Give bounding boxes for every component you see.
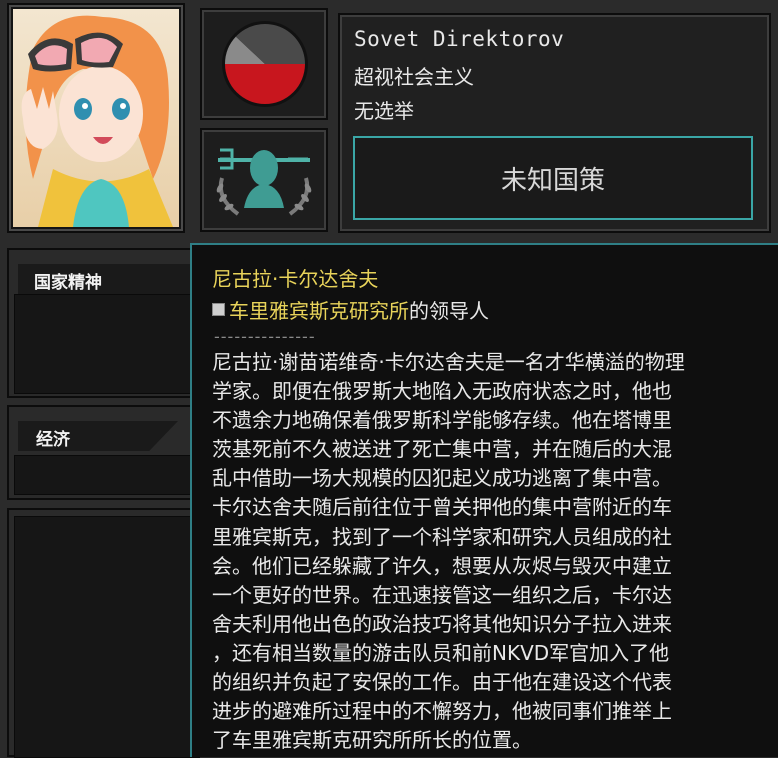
lower-panel <box>7 508 200 758</box>
ideology-pie-slice <box>225 64 305 104</box>
leader-portrait[interactable] <box>7 3 185 233</box>
biography-line: 会。他们已经躲藏了许久，想要从灰烬与毁灭中建立 <box>212 553 672 578</box>
biography-line: 不遗余力地确保着俄罗斯科学能够存续。他在塔博里 <box>212 408 672 433</box>
biography-line: 学家。即便在俄罗斯大地陷入无政府状态之时，他也 <box>212 379 672 404</box>
national-spirit-slot[interactable] <box>14 294 200 394</box>
biography-line: 卡尔达舍夫随后前往位于曾关押他的集中营附近的车 <box>212 495 672 520</box>
organization-flag-icon <box>212 303 225 316</box>
economy-title: 经济 <box>36 430 70 450</box>
role-suffix: 的领导人 <box>409 299 489 323</box>
ideology-pie-panel[interactable] <box>200 8 328 120</box>
biography-line: 茨基死前不久被送进了死亡集中营，并在随后的大混 <box>212 437 672 462</box>
country-name: Sovet Direktorov <box>354 27 565 51</box>
economy-slot[interactable] <box>14 455 200 495</box>
economy-header: 经济 <box>18 421 178 451</box>
leader-role: 车里雅宾斯克研究所的领导人 <box>212 295 489 324</box>
election-status: 无选举 <box>354 99 414 123</box>
leader-name: 尼古拉·卡尔达舍夫 <box>212 267 379 291</box>
biography-line: 乱中借助一场大规模的囚犯起义成功逃离了集中营。 <box>212 466 672 491</box>
biography-line: 尼古拉·谢苗诺维奇·卡尔达舍夫是一名才华横溢的物理 <box>212 350 685 374</box>
ideology-pie-chart <box>222 21 308 107</box>
lower-panel-slot[interactable] <box>14 516 200 758</box>
ruling-ideology: 超视社会主义 <box>354 65 474 89</box>
biography-line: 的组织并负起了安保的工作。由于他在建设这个代表 <box>212 670 672 695</box>
organization-name: 车里雅宾斯克研究所 <box>229 299 409 323</box>
biography-line: 一个更好的世界。在迅速接管这一组织之后，卡尔达 <box>212 582 672 607</box>
leader-biography: 尼古拉·谢苗诺维奇·卡尔达舍夫是一名才华横溢的物理 学家。即便在俄罗斯大地陷入无政… <box>212 348 772 755</box>
national-spirit-title: 国家精神 <box>34 273 102 293</box>
biography-line: ，还有相当数量的游击队员和前NKVD军官加入了他 <box>212 640 670 665</box>
tooltip-separator: --------------- <box>214 327 316 346</box>
faction-emblem-icon <box>208 138 320 224</box>
national-spirit-header: 国家精神 <box>18 264 200 294</box>
country-info-panel: Sovet Direktorov 超视社会主义 无选举 未知国策 <box>338 13 771 233</box>
biography-line: 里雅宾斯克，找到了一个科学家和研究人员组成的社 <box>212 524 672 549</box>
biography-line: 进步的避难所过程中的不懈努力，他被同事们推举上 <box>212 699 672 724</box>
national-focus-button[interactable]: 未知国策 <box>353 136 753 220</box>
biography-line: 了车里雅宾斯克研究所所长的位置。 <box>212 728 532 753</box>
leader-portrait-image <box>13 9 179 227</box>
leader-tooltip: 尼古拉·卡尔达舍夫 车里雅宾斯克研究所的领导人 --------------- … <box>190 243 778 757</box>
national-spirit-panel: 国家精神 <box>7 248 200 398</box>
faction-emblem-panel[interactable] <box>200 128 328 232</box>
biography-line: 舍夫利用他出色的政治技巧将其他知识分子拉入进来 <box>212 611 672 636</box>
economy-panel: 经济 <box>7 405 200 500</box>
